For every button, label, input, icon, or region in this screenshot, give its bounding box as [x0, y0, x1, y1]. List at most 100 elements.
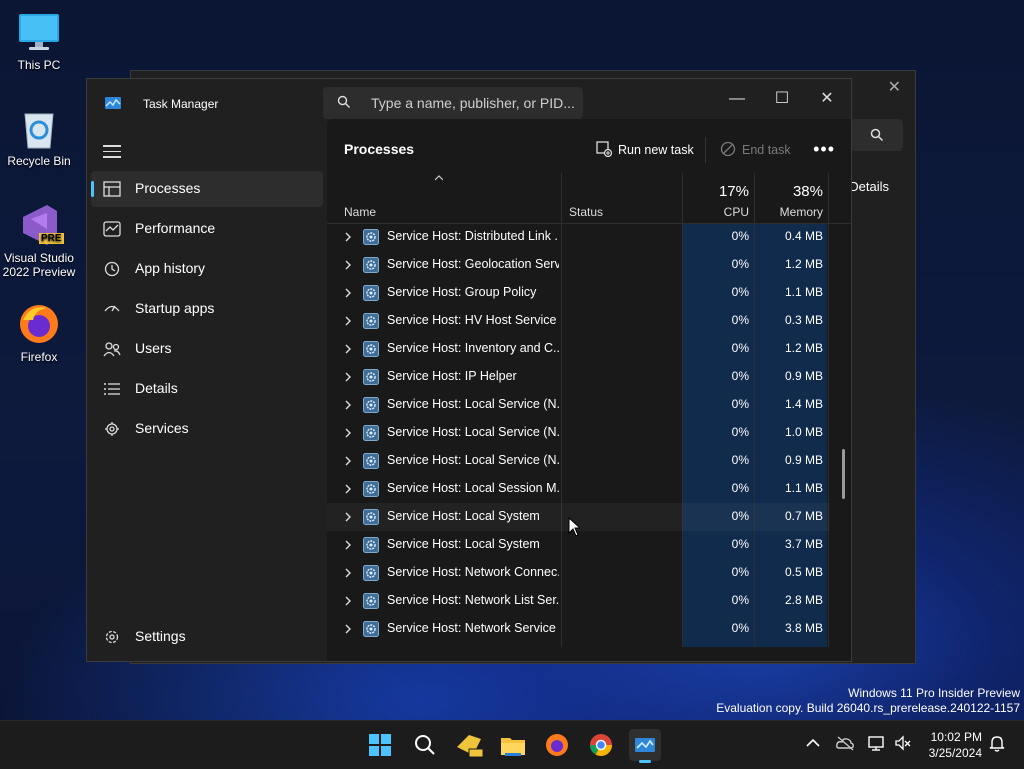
process-memory: 0.4 MB — [784, 229, 823, 243]
table-row[interactable]: Service Host: Network List Ser... 0% 2.8 M… — [327, 587, 829, 615]
settings-gear-icon — [105, 630, 119, 644]
start-icon[interactable] — [364, 729, 396, 761]
chevron-right-icon[interactable] — [344, 567, 352, 579]
process-cpu: 0% — [731, 453, 749, 467]
watermark-line-1: Windows 11 Pro Insider Preview — [848, 686, 1020, 700]
process-cpu: 0% — [731, 397, 749, 411]
more-options-button[interactable]: ••• — [813, 139, 835, 160]
table-row[interactable]: Service Host: Local Session M... 0% 1.1 MB — [327, 475, 829, 503]
task-manager-app-icon — [105, 97, 121, 109]
table-row[interactable]: Service Host: HV Host Service 0% 0.3 MB — [327, 307, 829, 335]
chevron-right-icon[interactable] — [344, 399, 352, 411]
table-row[interactable]: Service Host: Distributed Link ... 0% 0.4 … — [327, 223, 829, 251]
desktop-icon-firefox[interactable]: Firefox — [1, 302, 77, 364]
chevron-right-icon[interactable] — [344, 511, 352, 523]
desktop-icon-recycle-bin[interactable]: Recycle Bin — [1, 106, 77, 168]
process-memory: 1.1 MB — [784, 481, 823, 495]
end-task-button[interactable]: End task — [720, 141, 791, 157]
network-icon[interactable] — [867, 733, 887, 753]
page-title: Processes — [344, 141, 415, 157]
nav-item-label: Users — [135, 340, 172, 356]
nav-item-label: Processes — [135, 180, 201, 196]
process-cpu: 0% — [731, 313, 749, 327]
chevron-right-icon[interactable] — [344, 287, 352, 299]
column-header-status[interactable]: Status — [569, 205, 603, 219]
visual-studio-preview-icon[interactable] — [453, 729, 485, 761]
nav-item-details[interactable]: Details — [91, 371, 323, 407]
table-row[interactable]: Service Host: Geolocation Serv... 0% 1.2 M… — [327, 251, 829, 279]
search-icon[interactable] — [409, 729, 441, 761]
table-row[interactable]: Service Host: IP Helper 0% 0.9 MB — [327, 363, 829, 391]
notification-bell-icon[interactable] — [987, 733, 1007, 753]
chrome-icon[interactable] — [585, 729, 617, 761]
system-clock[interactable]: 10:02 PM 3/25/2024 — [929, 729, 982, 761]
search-input[interactable]: Type a name, publisher, or PID... — [323, 87, 583, 119]
maximize-button[interactable]: ☐ — [759, 85, 805, 115]
nav-item-performance[interactable]: Performance — [91, 211, 323, 247]
minimize-button[interactable]: — — [714, 85, 760, 115]
process-name: Service Host: IP Helper — [387, 369, 517, 383]
nav-item-settings[interactable]: Settings — [91, 619, 323, 655]
chevron-right-icon[interactable] — [344, 371, 352, 383]
table-row[interactable]: Service Host: Local Service (N... 0% 0.9 M… — [327, 447, 829, 475]
close-button[interactable]: ✕ — [804, 85, 850, 115]
task-manager-icon[interactable] — [629, 729, 661, 763]
process-memory: 0.9 MB — [784, 453, 823, 467]
run-new-task-label: Run new task — [618, 143, 694, 157]
table-row[interactable]: Service Host: Local Service (N... 0% 1.4 M… — [327, 391, 829, 419]
nav-item-label: Services — [135, 420, 189, 436]
nav-item-users[interactable]: Users — [91, 331, 323, 367]
desktop-icon-visual-studio[interactable]: PRE Visual Studio 2022 Preview — [1, 203, 77, 279]
table-row[interactable]: Service Host: Local Service (N... 0% 1.0 M… — [327, 419, 829, 447]
nav-item-services[interactable]: Services — [91, 411, 323, 447]
vertical-scrollbar[interactable] — [842, 449, 845, 499]
chevron-right-icon[interactable] — [344, 259, 352, 271]
process-name: Service Host: Network Connec... — [387, 565, 559, 579]
column-header-name[interactable]: Name — [344, 205, 376, 219]
search-button[interactable] — [851, 119, 903, 151]
nav-item-label: Performance — [135, 220, 216, 236]
monitor-icon — [17, 10, 61, 54]
window-title: Task Manager — [143, 97, 219, 111]
memory-total-percent[interactable]: 38% — [757, 183, 823, 200]
nav-item-startup-apps[interactable]: Startup apps — [91, 291, 323, 327]
hamburger-menu-icon[interactable] — [103, 141, 121, 162]
table-row[interactable]: Service Host: Network Service 0% 3.8 MB — [327, 615, 829, 643]
chevron-right-icon[interactable] — [344, 539, 352, 551]
process-name: Service Host: Local Service (N... — [387, 397, 559, 411]
search-icon — [870, 128, 884, 142]
nav-item-app-history[interactable]: App history — [91, 251, 323, 287]
firefox-icon[interactable] — [541, 729, 573, 761]
details-column-header[interactable]: Details — [849, 179, 889, 194]
column-header-cpu[interactable]: CPU — [687, 205, 749, 219]
chevron-up-icon[interactable] — [803, 733, 823, 753]
desktop-icon-this-pc[interactable]: This PC — [1, 10, 77, 72]
process-memory: 0.5 MB — [784, 565, 823, 579]
table-row[interactable]: Service Host: Network Connec... 0% 0.5 MB — [327, 559, 829, 587]
process-name: Service Host: Local Session M... — [387, 481, 559, 495]
column-header-memory[interactable]: Memory — [757, 205, 823, 219]
file-explorer-icon[interactable] — [497, 729, 529, 761]
desktop-icon-label: 2022 Preview — [2, 265, 76, 279]
chevron-right-icon[interactable] — [344, 343, 352, 355]
cpu-total-percent[interactable]: 17% — [687, 183, 749, 200]
nav-item-processes[interactable]: Processes — [91, 171, 323, 207]
chevron-right-icon[interactable] — [344, 483, 352, 495]
close-icon[interactable]: ✕ — [888, 77, 901, 97]
chevron-right-icon[interactable] — [344, 595, 352, 607]
run-new-task-button[interactable]: Run new task — [596, 141, 694, 158]
onedrive-cloud-icon[interactable] — [835, 733, 855, 753]
processes-panel: Processes Run new task End task ••• Name… — [327, 119, 851, 661]
table-row[interactable]: Service Host: Inventory and C... 0% 1.2 MB — [327, 335, 829, 363]
chevron-right-icon[interactable] — [344, 455, 352, 467]
service-host-gear-icon — [363, 481, 379, 497]
chevron-right-icon[interactable] — [344, 623, 352, 635]
volume-muted-icon[interactable] — [893, 733, 913, 753]
chevron-right-icon[interactable] — [344, 231, 352, 243]
chevron-right-icon[interactable] — [344, 315, 352, 327]
table-row[interactable]: Service Host: Group Policy 0% 1.1 MB — [327, 279, 829, 307]
desktop-icon-label: Recycle Bin — [7, 154, 71, 168]
chevron-right-icon[interactable] — [344, 427, 352, 439]
process-memory: 1.2 MB — [784, 341, 823, 355]
process-cpu: 0% — [731, 509, 749, 523]
